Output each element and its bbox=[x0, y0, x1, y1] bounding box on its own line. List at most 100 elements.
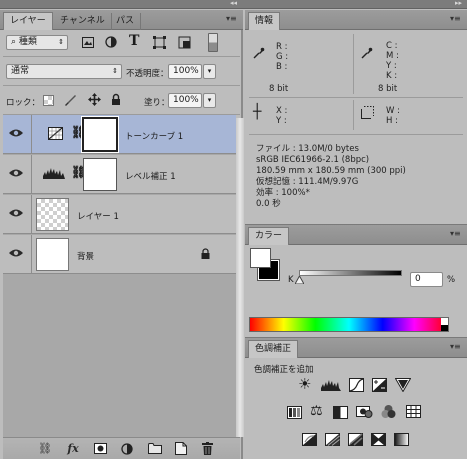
panel-menu-icon[interactable]: ▾≡ bbox=[450, 229, 461, 238]
layer-row-background[interactable]: 背景 bbox=[3, 235, 236, 274]
vibrance-icon[interactable] bbox=[395, 378, 411, 392]
panel-menu-icon[interactable]: ▾≡ bbox=[450, 14, 461, 23]
collapse-left-icon[interactable]: ◂◂ bbox=[230, 0, 237, 7]
black-white-icon[interactable] bbox=[333, 406, 348, 419]
lock-move-icon[interactable] bbox=[88, 93, 101, 106]
cmyk-c-label: C : bbox=[386, 41, 398, 51]
search-icon: ⌕ bbox=[11, 37, 17, 47]
brightness-contrast-icon[interactable]: ☀ bbox=[298, 376, 311, 392]
info-dimensions: 180.59 mm x 180.59 mm (300 ppi) bbox=[256, 166, 406, 176]
new-group-icon[interactable] bbox=[148, 443, 162, 454]
tab-adjustments[interactable]: 色調補正 bbox=[248, 340, 299, 358]
visibility-toggle[interactable] bbox=[3, 115, 32, 153]
h-label: H : bbox=[386, 116, 398, 126]
threshold-icon[interactable] bbox=[348, 433, 363, 446]
spectrum-white-swatch[interactable] bbox=[441, 318, 448, 325]
layer-row-levels[interactable]: ⛓ レベル補正 1 bbox=[3, 155, 236, 194]
color-spectrum-bar[interactable] bbox=[249, 317, 449, 332]
color-tabbar: カラー ▾≡ bbox=[245, 225, 467, 245]
selection-size-icon bbox=[361, 106, 374, 119]
panel-menu-icon[interactable]: ▾≡ bbox=[450, 342, 461, 351]
rgb-b-label: B : bbox=[276, 62, 288, 72]
layer-filter-select[interactable]: ⌕ 種類 ⇕ bbox=[6, 35, 68, 50]
hue-saturation-icon[interactable] bbox=[287, 406, 302, 419]
fill-input[interactable]: 100% bbox=[168, 93, 202, 108]
lock-brush-icon[interactable] bbox=[63, 93, 77, 107]
spectrum-black-swatch[interactable] bbox=[441, 325, 448, 331]
k-value-input[interactable]: 0 bbox=[410, 272, 443, 287]
layer-list-scrollbar[interactable] bbox=[236, 118, 244, 437]
selective-color-icon[interactable] bbox=[371, 433, 386, 446]
layers-footer: ⛓ fx bbox=[3, 437, 240, 459]
blend-mode-select[interactable]: 通常 ⇕ bbox=[6, 64, 122, 79]
tab-paths[interactable]: パス bbox=[110, 13, 142, 30]
foreground-color-swatch[interactable] bbox=[250, 248, 271, 268]
filter-type-icon[interactable]: T bbox=[129, 33, 139, 49]
tab-info[interactable]: 情報 bbox=[248, 12, 281, 30]
visibility-toggle[interactable] bbox=[3, 155, 32, 193]
tab-channels[interactable]: チャンネル bbox=[54, 13, 112, 30]
blend-mode-value: 通常 bbox=[11, 66, 30, 76]
fill-dropdown-button[interactable]: ▾ bbox=[203, 93, 216, 108]
visibility-toggle[interactable] bbox=[3, 235, 32, 273]
layer-thumbnail[interactable] bbox=[36, 238, 69, 271]
link-layers-icon[interactable]: ⛓ bbox=[38, 442, 52, 456]
add-mask-icon[interactable] bbox=[94, 443, 107, 454]
collapse-right-icon[interactable]: ▸▸ bbox=[455, 0, 462, 7]
layer-thumbnail[interactable] bbox=[36, 198, 69, 231]
divider bbox=[3, 56, 240, 57]
layers-tabbar: レイヤー チャンネル パス ▾≡ bbox=[0, 10, 243, 30]
layer-name[interactable]: レイヤー 1 bbox=[77, 210, 119, 222]
delete-layer-icon[interactable] bbox=[202, 442, 213, 455]
panel-dock-strip: ◂◂ ▸▸ bbox=[0, 0, 467, 9]
layer-name[interactable]: 背景 bbox=[77, 250, 94, 262]
y-label: Y : bbox=[276, 116, 287, 126]
eye-icon bbox=[9, 209, 23, 217]
rgb-r-label: R : bbox=[276, 42, 288, 52]
invert-icon[interactable] bbox=[302, 433, 317, 446]
fx-icon[interactable]: fx bbox=[66, 442, 80, 456]
filter-toggle-switch[interactable] bbox=[208, 33, 218, 52]
filter-smartobject-icon[interactable] bbox=[178, 36, 191, 49]
channel-mixer-icon[interactable] bbox=[381, 404, 396, 419]
layer-mask-thumbnail[interactable] bbox=[81, 116, 119, 153]
filter-pixel-icon[interactable] bbox=[82, 37, 94, 48]
panel-menu-icon[interactable]: ▾≡ bbox=[226, 14, 237, 23]
layer-mask-thumbnail[interactable] bbox=[83, 158, 117, 191]
eyedropper-icon[interactable] bbox=[253, 47, 265, 59]
k-slider-track[interactable] bbox=[299, 270, 402, 276]
new-layer-icon[interactable] bbox=[175, 442, 187, 455]
visibility-toggle[interactable] bbox=[3, 195, 32, 233]
curves-icon[interactable] bbox=[349, 378, 364, 392]
color-lookup-icon[interactable] bbox=[406, 405, 421, 418]
curves-adjustment-icon[interactable] bbox=[48, 127, 63, 140]
levels-adjustment-icon[interactable] bbox=[43, 167, 65, 179]
layer-row-layer1[interactable]: レイヤー 1 bbox=[3, 195, 236, 234]
gradient-map-icon[interactable] bbox=[394, 433, 409, 446]
eyedropper-icon[interactable] bbox=[361, 47, 373, 59]
filter-adjustment-icon[interactable] bbox=[105, 36, 117, 48]
eye-icon bbox=[9, 169, 23, 177]
posterize-icon[interactable] bbox=[325, 433, 340, 446]
opacity-label: 不透明度： bbox=[126, 69, 169, 79]
crosshair-icon: ┼ bbox=[253, 104, 262, 120]
opacity-input[interactable]: 100% bbox=[168, 64, 202, 79]
exposure-icon[interactable] bbox=[372, 378, 387, 392]
info-color-profile: sRGB IEC61966-2.1 (8bpc) bbox=[256, 155, 370, 165]
layer-name[interactable]: トーンカーブ 1 bbox=[125, 130, 183, 142]
layer-row-curves[interactable]: ⛓ トーンカーブ 1 bbox=[3, 115, 236, 154]
info-timing: 0.0 秒 bbox=[256, 199, 281, 209]
new-adjustment-layer-icon[interactable] bbox=[121, 443, 133, 455]
lock-transparent-icon[interactable] bbox=[43, 95, 54, 106]
lock-all-icon[interactable] bbox=[111, 93, 121, 106]
filter-shape-icon[interactable] bbox=[153, 36, 166, 49]
tab-color[interactable]: カラー bbox=[248, 227, 290, 245]
tab-layers[interactable]: レイヤー bbox=[3, 12, 53, 30]
layer-name[interactable]: レベル補正 1 bbox=[125, 170, 176, 182]
levels-icon[interactable] bbox=[321, 379, 341, 391]
color-balance-icon[interactable]: ⚖ bbox=[310, 403, 323, 419]
divider bbox=[353, 34, 354, 94]
k-slider-thumb[interactable] bbox=[295, 276, 304, 284]
opacity-dropdown-button[interactable]: ▾ bbox=[203, 64, 216, 79]
photo-filter-icon[interactable] bbox=[356, 404, 373, 419]
